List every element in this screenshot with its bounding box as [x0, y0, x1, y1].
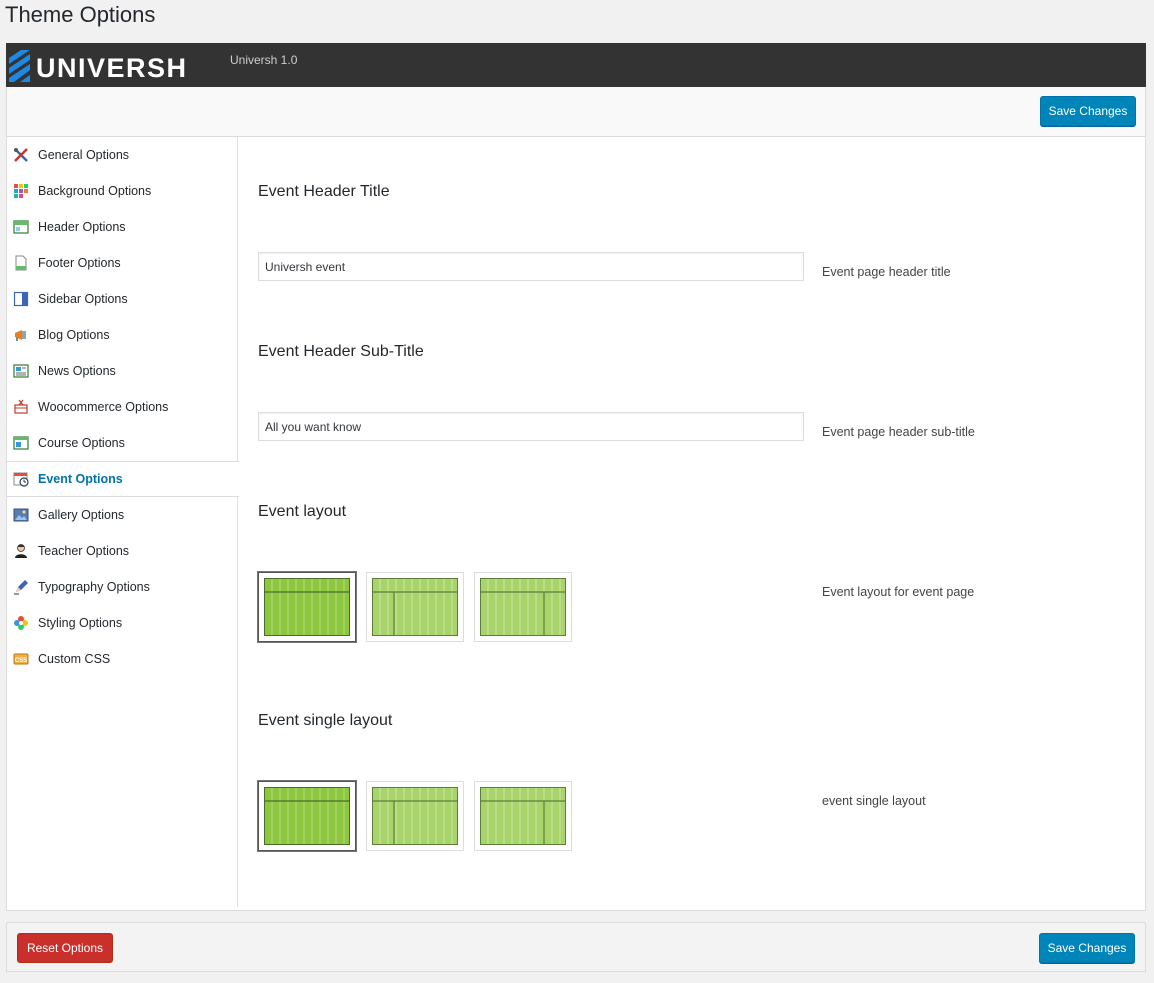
options-panel: Save Changes General Options Background … — [6, 87, 1146, 911]
event-layout-full-width-option[interactable] — [258, 572, 356, 642]
event-header-title-heading: Event Header Title — [258, 183, 390, 200]
pen-icon — [14, 580, 28, 595]
sidebar-item-label: Woocommerce Options — [38, 400, 169, 414]
sidebar-layout-icon — [13, 291, 29, 307]
top-toolbar: Save Changes — [7, 87, 1145, 137]
footer-page-icon — [15, 255, 27, 271]
calendar-clock-icon — [13, 472, 29, 487]
logo-mark-icon — [9, 50, 30, 82]
sidebar-item-label: Custom CSS — [38, 652, 111, 666]
event-header-title-description: Event page header title — [822, 265, 951, 279]
sidebar-item-news[interactable]: News Options — [7, 353, 238, 389]
event-single-layout-description: event single layout — [822, 794, 926, 808]
event-layout-heading: Event layout — [258, 503, 347, 520]
right-sidebar-layout-icon — [480, 787, 566, 845]
header-layout-icon — [13, 220, 29, 234]
event-single-layout-heading: Event single layout — [258, 712, 393, 729]
full-width-layout-icon — [264, 787, 350, 845]
sidebar-item-label: Event Options — [38, 472, 123, 486]
sidebar-item-label: Header Options — [38, 220, 126, 234]
reset-options-button[interactable]: Reset Options — [17, 933, 113, 963]
full-width-layout-icon — [264, 578, 350, 636]
event-header-subtitle-description: Event page header sub-title — [822, 425, 975, 439]
logo-text: UNIVERSH — [36, 53, 188, 83]
sidebar-item-custom-css[interactable]: CSS Custom CSS — [7, 641, 238, 677]
universh-logo: UNIVERSH — [9, 50, 188, 83]
sidebar-item-sidebar[interactable]: Sidebar Options — [7, 281, 238, 317]
person-icon — [15, 544, 27, 558]
sidebar-item-background[interactable]: Background Options — [7, 173, 238, 209]
palette-icon — [14, 184, 28, 198]
sidebar-item-label: Gallery Options — [38, 508, 125, 522]
event-single-layout-left-sidebar-option[interactable] — [366, 781, 464, 851]
theme-version: Universh 1.0 — [230, 53, 298, 67]
sidebar-item-label: Footer Options — [38, 256, 121, 270]
sidebar-item-teacher[interactable]: Teacher Options — [7, 533, 238, 569]
sidebar-item-header[interactable]: Header Options — [7, 209, 238, 245]
event-header-subtitle-input[interactable] — [258, 412, 804, 441]
course-window-icon — [13, 436, 29, 450]
bottom-action-bar: Reset Options Save Changes — [6, 922, 1146, 972]
brand-header-bar: UNIVERSH Universh 1.0 — [6, 43, 1146, 87]
sidebar-item-label: Blog Options — [38, 328, 110, 342]
sidebar-item-label: General Options — [38, 148, 130, 162]
sidebar-item-label: Course Options — [38, 436, 125, 450]
flower-icon — [14, 616, 28, 630]
sidebar-item-general[interactable]: General Options — [7, 137, 238, 173]
sidebar-item-label: Teacher Options — [38, 544, 130, 558]
picture-icon — [13, 508, 29, 522]
save-changes-bottom-button[interactable]: Save Changes — [1039, 933, 1135, 963]
megaphone-icon — [15, 330, 26, 341]
event-single-layout-right-sidebar-option[interactable] — [474, 781, 572, 851]
sidebar-item-styling[interactable]: Styling Options — [7, 605, 238, 641]
event-layout-description: Event layout for event page — [822, 585, 975, 599]
save-changes-top-button[interactable]: Save Changes — [1040, 96, 1136, 126]
page-title: Theme Options — [5, 2, 156, 27]
css-badge-icon: CSS — [13, 653, 29, 665]
svg-text:CSS: CSS — [15, 658, 27, 664]
tools-icon — [14, 148, 28, 162]
left-sidebar-layout-icon — [372, 578, 458, 636]
event-header-title-input[interactable] — [258, 252, 804, 281]
sidebar-item-woocommerce[interactable]: Woocommerce Options — [7, 389, 238, 425]
sidebar-item-event[interactable]: Event Options — [7, 461, 239, 497]
right-sidebar-layout-icon — [480, 578, 566, 636]
sidebar-item-label: Styling Options — [38, 616, 123, 630]
options-sidebar: General Options Background Options Heade… — [7, 137, 239, 907]
sidebar-item-label: Typography Options — [38, 580, 150, 594]
sidebar-item-label: Sidebar Options — [38, 292, 128, 306]
newspaper-icon — [13, 364, 29, 378]
event-single-layout-full-width-option[interactable] — [258, 781, 356, 851]
event-layout-right-sidebar-option[interactable] — [474, 572, 572, 642]
cart-icon — [14, 399, 28, 414]
sidebar-item-course[interactable]: Course Options — [7, 425, 238, 461]
sidebar-item-label: Background Options — [38, 184, 152, 198]
sidebar-item-typography[interactable]: Typography Options — [7, 569, 238, 605]
sidebar-item-footer[interactable]: Footer Options — [7, 245, 238, 281]
event-layout-left-sidebar-option[interactable] — [366, 572, 464, 642]
sidebar-item-blog[interactable]: Blog Options — [7, 317, 238, 353]
event-header-subtitle-heading: Event Header Sub-Title — [258, 343, 424, 360]
sidebar-item-gallery[interactable]: Gallery Options — [7, 497, 238, 533]
left-sidebar-layout-icon — [372, 787, 458, 845]
sidebar-item-label: News Options — [38, 364, 116, 378]
